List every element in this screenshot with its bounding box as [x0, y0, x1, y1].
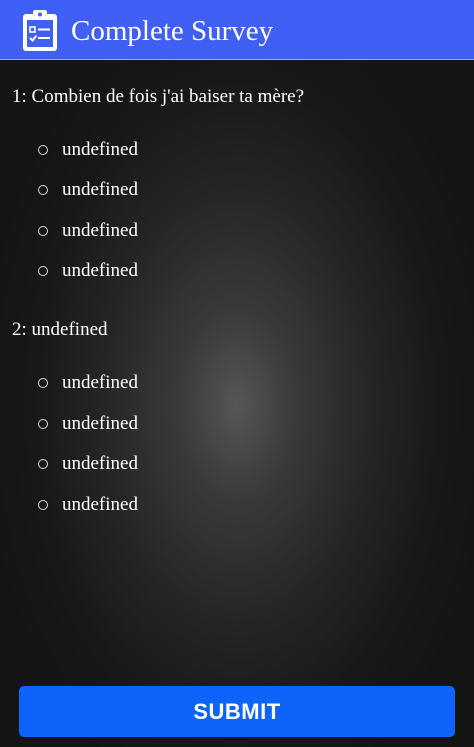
option-label: undefined	[62, 139, 138, 160]
radio-button[interactable]	[38, 266, 48, 276]
radio-button[interactable]	[38, 500, 48, 510]
question-1-option-1[interactable]: undefined	[38, 138, 138, 162]
option-label: undefined	[62, 372, 138, 393]
radio-button[interactable]	[38, 378, 48, 388]
option-label: undefined	[62, 179, 138, 200]
option-label: undefined	[62, 453, 138, 474]
page-title: Complete Survey	[71, 15, 274, 47]
option-label: undefined	[62, 413, 138, 434]
question-2-option-2[interactable]: undefined	[38, 412, 138, 436]
question-1-option-3[interactable]: undefined	[38, 219, 138, 243]
option-label: undefined	[62, 494, 138, 515]
submit-button[interactable]: SUBMIT	[19, 686, 455, 737]
radio-button[interactable]	[38, 419, 48, 429]
question-2-text: 2: undefined	[12, 319, 108, 340]
question-2-option-1[interactable]: undefined	[38, 371, 138, 395]
option-label: undefined	[62, 260, 138, 281]
question-1-text: 1: Combien de fois j'ai baiser ta mère?	[12, 86, 305, 107]
question-1-option-4[interactable]: undefined	[38, 259, 138, 283]
app-header: Complete Survey	[0, 0, 474, 60]
option-label: undefined	[62, 220, 138, 241]
clipboard-check-icon	[23, 10, 57, 51]
radio-button[interactable]	[38, 185, 48, 195]
radio-button[interactable]	[38, 226, 48, 236]
question-1-option-2[interactable]: undefined	[38, 178, 138, 202]
question-2-option-3[interactable]: undefined	[38, 452, 138, 476]
question-2-option-4[interactable]: undefined	[38, 493, 138, 517]
radio-button[interactable]	[38, 145, 48, 155]
radio-button[interactable]	[38, 459, 48, 469]
